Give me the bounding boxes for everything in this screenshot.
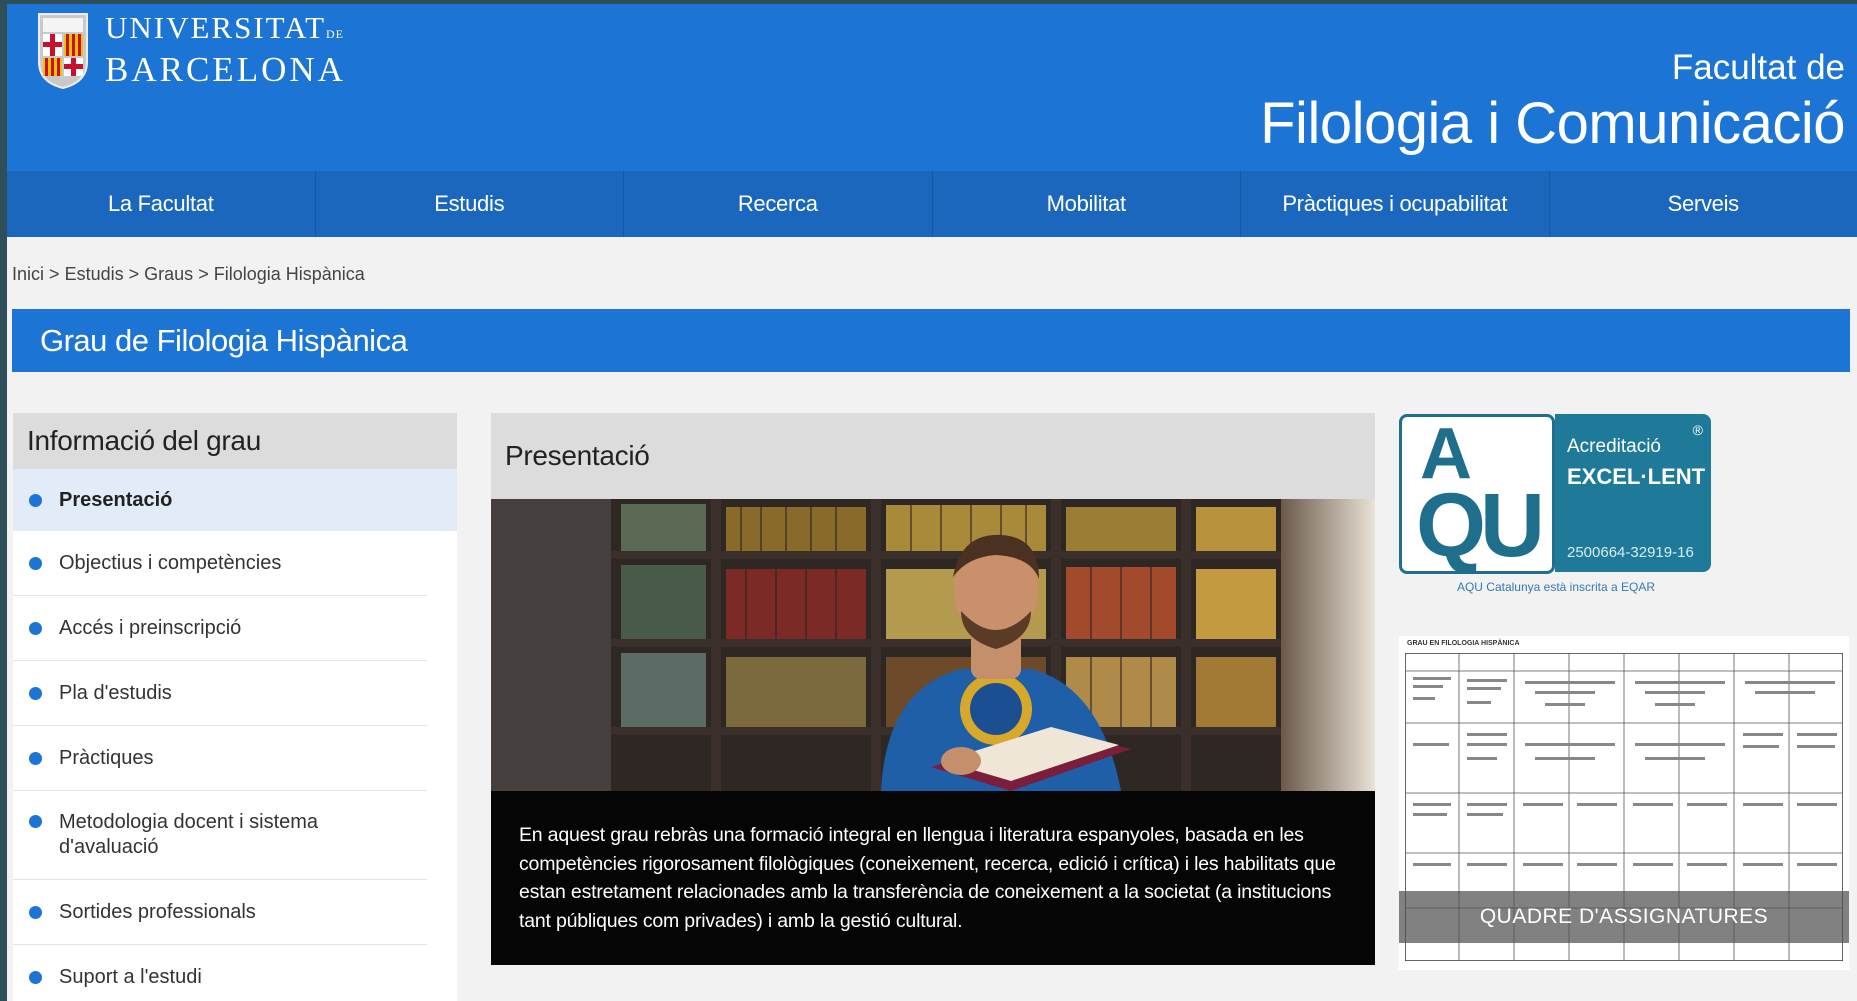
sidebar-item-suport[interactable]: Suport a l'estudi xyxy=(13,945,427,1001)
breadcrumb: Inici > Estudis > Graus > Filologia Hisp… xyxy=(12,264,365,285)
sidebar-item-label: Suport a l'estudi xyxy=(59,965,202,988)
breadcrumb-separator: > xyxy=(49,264,60,284)
bullet-icon xyxy=(29,751,42,765)
nav-item-practiques-ocupabilitat[interactable]: Pràctiques i ocupabilitat xyxy=(1240,171,1549,237)
course-table-thumbnail[interactable]: GRAU EN FILOLOGIA HISPÀNICA QUADRE D'ASS… xyxy=(1399,636,1849,970)
bullet-icon xyxy=(29,556,42,570)
faculty-label: Facultat de xyxy=(1671,48,1845,87)
logo-line-2: BARCELONA xyxy=(105,50,346,89)
breadcrumb-estudis[interactable]: Estudis xyxy=(65,264,124,284)
course-table-title: GRAU EN FILOLOGIA HISPÀNICA xyxy=(1407,640,1520,647)
nav-item-mobilitat[interactable]: Mobilitat xyxy=(931,171,1241,237)
page-title: Grau de Filologia Hispànica xyxy=(12,309,1850,372)
sidebar-item-label: Metodologia docent i sistema d'avaluació xyxy=(59,811,319,858)
aqu-excellent-label: EXCEL·LENT xyxy=(1567,464,1706,489)
aqu-note: AQU Catalunya està inscrita a EQAR xyxy=(1456,580,1656,594)
aqu-label-panel: ® Acreditació EXCEL·LENT 2500664-32919-1… xyxy=(1555,414,1711,572)
bullet-icon xyxy=(29,493,42,507)
sidebar-item-label: Objectius i competències xyxy=(59,551,282,574)
bullet-icon xyxy=(29,815,42,828)
sidebar-item-label: Pla d'estudis xyxy=(59,681,172,704)
breadcrumb-separator: > xyxy=(198,264,209,284)
aqu-logo: A QU xyxy=(1399,414,1555,576)
aqu-logo-letters: QU xyxy=(1416,476,1545,576)
logo-line-1-small: DE xyxy=(326,27,345,41)
sidebar-item-label: Accés i preinscripció xyxy=(59,616,242,639)
breadcrumb-inici[interactable]: Inici xyxy=(12,264,44,284)
sidebar-item-label: Presentació xyxy=(59,488,173,511)
presentation-panel: Presentació En aquest grau rebràs una fo… xyxy=(491,413,1375,965)
sidebar-title: Informació del grau xyxy=(13,413,457,469)
bullet-icon xyxy=(29,621,42,635)
breadcrumb-current: Filologia Hispànica xyxy=(213,264,365,284)
registered-mark: ® xyxy=(1692,422,1703,438)
library-photo-image xyxy=(491,499,1375,791)
nav-item-estudis[interactable]: Estudis xyxy=(314,171,624,237)
sidebar-item-acces[interactable]: Accés i preinscripció xyxy=(13,596,427,661)
breadcrumb-separator: > xyxy=(128,264,140,284)
university-name: UNIVERSITATDE BARCELONA xyxy=(105,10,346,88)
site-header: UNIVERSITATDE BARCELONA Facultat de Filo… xyxy=(7,4,1857,171)
sidebar-item-pla-estudis[interactable]: Pla d'estudis xyxy=(13,661,427,726)
course-table-label: QUADRE D'ASSIGNATURES xyxy=(1399,891,1849,943)
presentation-caption: En aquest grau rebràs una formació integ… xyxy=(491,791,1375,965)
bullet-icon xyxy=(29,686,42,700)
sidebar-item-label: Sortides professionals xyxy=(59,900,256,923)
main-navigation: La Facultat Estudis Recerca Mobilitat Pr… xyxy=(7,171,1857,237)
faculty-name[interactable]: Filologia i Comunicació xyxy=(1260,90,1845,157)
bullet-icon xyxy=(29,905,42,919)
breadcrumb-graus[interactable]: Graus xyxy=(144,264,193,284)
sidebar-item-objectius[interactable]: Objectius i competències xyxy=(13,531,427,596)
sidebar-item-practiques[interactable]: Pràctiques xyxy=(13,726,427,791)
aqu-code: 2500664-32919-16 xyxy=(1567,544,1694,561)
sidebar-item-sortides[interactable]: Sortides professionals xyxy=(13,880,427,945)
sidebar: Informació del grau Presentació Objectiu… xyxy=(13,413,457,1001)
section-title: Presentació xyxy=(505,440,650,471)
sidebar-item-metodologia[interactable]: Metodologia docent i sistema d'avaluació xyxy=(13,791,427,880)
bullet-icon xyxy=(29,970,42,984)
logo-line-1: UNIVERSITAT xyxy=(105,10,327,45)
ub-crest-icon xyxy=(38,13,88,90)
nav-item-recerca[interactable]: Recerca xyxy=(623,171,932,237)
page: UNIVERSITATDE BARCELONA Facultat de Filo… xyxy=(7,4,1857,1001)
aqu-accreditation-label: Acreditació xyxy=(1567,436,1661,457)
sidebar-item-label: Pràctiques xyxy=(59,746,154,769)
sidebar-item-presentacio[interactable]: Presentació xyxy=(13,469,457,531)
nav-item-serveis[interactable]: Serveis xyxy=(1548,171,1857,237)
student-library-photo xyxy=(491,499,1375,791)
nav-item-la-facultat[interactable]: La Facultat xyxy=(7,171,315,237)
aqu-accreditation-badge[interactable]: A QU ® Acreditació EXCEL·LENT 2500664-32… xyxy=(1399,414,1713,577)
university-logo[interactable]: UNIVERSITATDE BARCELONA xyxy=(35,8,346,90)
